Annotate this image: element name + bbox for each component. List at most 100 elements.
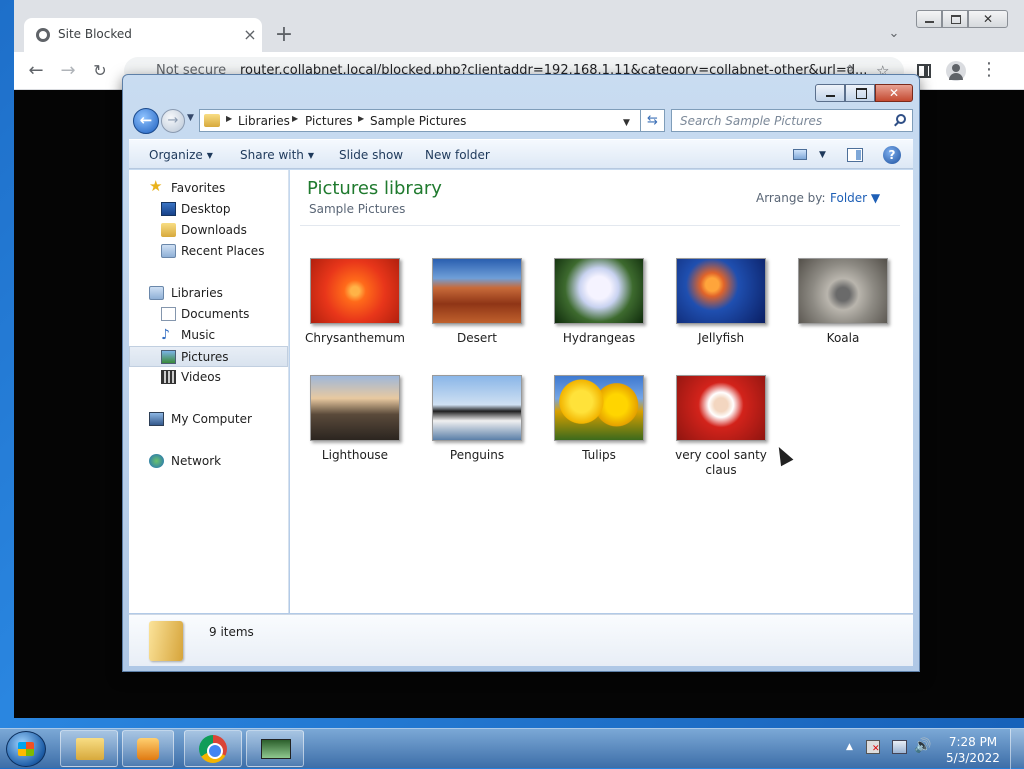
network-monitor-icon bbox=[261, 739, 291, 759]
nav-recent-places[interactable]: Recent Places bbox=[129, 241, 288, 262]
tab-search-icon[interactable]: ⌄ bbox=[884, 26, 904, 46]
tab-title: Site Blocked bbox=[58, 27, 132, 41]
image-thumbnail bbox=[310, 258, 400, 324]
folder-icon bbox=[76, 738, 104, 760]
library-subtitle: Sample Pictures bbox=[309, 202, 406, 216]
file-label: very cool santy claus bbox=[675, 448, 767, 477]
breadcrumb-sample-pictures[interactable]: Sample Pictures bbox=[370, 114, 466, 128]
file-label: Koala bbox=[826, 331, 860, 345]
nav-favorites[interactable]: ★ Favorites bbox=[129, 178, 288, 199]
nav-libraries[interactable]: Libraries bbox=[129, 283, 288, 304]
file-label: Lighthouse bbox=[321, 448, 389, 462]
tab-close-icon[interactable]: × bbox=[240, 25, 260, 45]
recent-pages-dropdown[interactable]: ▼ bbox=[187, 113, 194, 123]
downloads-folder-icon bbox=[161, 223, 176, 237]
file-label: Tulips bbox=[582, 448, 616, 462]
clock-date[interactable]: 5/3/2022 bbox=[946, 751, 1000, 765]
browser-tab[interactable]: Site Blocked × bbox=[24, 18, 262, 52]
preview-pane-icon[interactable] bbox=[847, 148, 863, 162]
browser-menu-icon[interactable]: ⋮ bbox=[980, 61, 998, 79]
forward-button[interactable]: → bbox=[56, 60, 80, 82]
explorer-close-button[interactable]: ✕ bbox=[875, 84, 913, 102]
explorer-address-bar[interactable]: ▶ Libraries ▶ Pictures ▶ Sample Pictures bbox=[199, 109, 641, 132]
navigation-pane: ★ Favorites Desktop Downloads Recent Pla… bbox=[129, 170, 289, 613]
folder-icon bbox=[149, 621, 183, 661]
action-center-flag-icon[interactable] bbox=[866, 740, 880, 754]
breadcrumb-separator[interactable]: ▶ bbox=[292, 114, 298, 123]
image-thumbnail bbox=[676, 258, 766, 324]
command-bar: Organize ▼ Share with ▼ Slide show New fol… bbox=[129, 139, 913, 169]
new-folder-button[interactable]: New folder bbox=[425, 148, 490, 162]
file-label: Hydrangeas bbox=[562, 331, 636, 345]
divider bbox=[300, 225, 900, 226]
image-thumbnail bbox=[432, 375, 522, 441]
close-button[interactable]: ✕ bbox=[968, 10, 1008, 28]
desktop-icon bbox=[161, 202, 176, 216]
nav-music[interactable]: ♪ Music bbox=[129, 325, 288, 346]
file-label: Penguins bbox=[449, 448, 505, 462]
reload-button[interactable]: ↻ bbox=[88, 60, 112, 82]
pictures-icon bbox=[161, 350, 176, 364]
documents-icon bbox=[161, 307, 176, 321]
slide-show-button[interactable]: Slide show bbox=[339, 148, 403, 162]
nav-desktop[interactable]: Desktop bbox=[129, 199, 288, 220]
recent-places-icon bbox=[161, 244, 176, 258]
taskbar-media-player-button[interactable] bbox=[122, 730, 174, 767]
taskbar-explorer-button[interactable] bbox=[60, 730, 118, 767]
new-tab-button[interactable]: + bbox=[272, 24, 296, 48]
nav-videos[interactable]: Videos bbox=[129, 367, 288, 388]
volume-icon[interactable]: 🔊 bbox=[914, 738, 931, 754]
show-hidden-icons-button[interactable]: ▲ bbox=[846, 742, 853, 752]
nav-my-computer[interactable]: My Computer bbox=[129, 409, 288, 430]
chevron-down-icon: ▼ bbox=[206, 151, 213, 160]
refresh-button[interactable]: ⇆ bbox=[641, 109, 665, 132]
item-count: 9 items bbox=[209, 625, 254, 639]
breadcrumb-pictures[interactable]: Pictures bbox=[305, 114, 353, 128]
explorer-window: ✕ ← → ▼ ▶ Libraries ▶ Pictures ▶ Sample … bbox=[122, 74, 920, 672]
file-label: Desert bbox=[457, 331, 497, 345]
chrome-icon bbox=[199, 735, 227, 763]
image-thumbnail bbox=[554, 258, 644, 324]
show-desktop-button[interactable] bbox=[1010, 729, 1024, 769]
taskbar-app-button[interactable] bbox=[246, 730, 304, 767]
breadcrumb-separator[interactable]: ▶ bbox=[358, 114, 364, 123]
profile-icon[interactable] bbox=[946, 61, 966, 81]
videos-icon bbox=[161, 370, 176, 384]
nav-pictures[interactable]: Pictures bbox=[129, 346, 288, 367]
start-button[interactable] bbox=[6, 731, 46, 767]
nav-downloads[interactable]: Downloads bbox=[129, 220, 288, 241]
breadcrumb-libraries[interactable]: Libraries bbox=[238, 114, 290, 128]
image-thumbnail bbox=[310, 375, 400, 441]
back-button[interactable]: ← bbox=[24, 60, 48, 82]
chevron-down-icon: ▼ bbox=[307, 151, 315, 160]
views-dropdown-icon[interactable]: ▼ bbox=[819, 150, 826, 160]
music-icon: ♪ bbox=[161, 327, 170, 343]
explorer-maximize-button[interactable] bbox=[845, 84, 875, 102]
browser-tab-strip: Site Blocked × + ⌄ ✕ bbox=[14, 0, 1024, 52]
nav-network[interactable]: Network bbox=[129, 451, 288, 472]
search-icon[interactable] bbox=[896, 114, 906, 124]
clock-time[interactable]: 7:28 PM bbox=[948, 735, 998, 749]
image-thumbnail bbox=[554, 375, 644, 441]
explorer-minimize-button[interactable] bbox=[815, 84, 845, 102]
taskbar-chrome-button[interactable] bbox=[184, 730, 242, 767]
views-icon[interactable] bbox=[793, 149, 807, 160]
help-icon[interactable]: ? bbox=[883, 146, 901, 164]
explorer-forward-button[interactable]: → bbox=[161, 109, 185, 133]
network-status-icon[interactable] bbox=[892, 740, 907, 754]
nav-documents[interactable]: Documents bbox=[129, 304, 288, 325]
breadcrumb-separator[interactable]: ▶ bbox=[226, 114, 232, 123]
media-player-icon bbox=[137, 738, 159, 760]
search-input[interactable]: Search Sample Pictures bbox=[671, 109, 913, 132]
share-with-button[interactable]: Share with ▼ bbox=[240, 148, 314, 162]
arrange-by-dropdown[interactable]: Folder ▼ bbox=[830, 191, 880, 205]
network-icon bbox=[149, 454, 164, 468]
maximize-button[interactable] bbox=[942, 10, 968, 28]
address-dropdown-icon[interactable]: ▼ bbox=[623, 118, 630, 128]
file-label: Jellyfish bbox=[697, 331, 745, 345]
explorer-back-button[interactable]: ← bbox=[133, 108, 159, 134]
folder-icon bbox=[204, 114, 220, 127]
organize-button[interactable]: Organize ▼ bbox=[149, 148, 213, 162]
taskbar: ▲ 🔊 7:28 PM 5/3/2022 bbox=[0, 728, 1024, 769]
minimize-button[interactable] bbox=[916, 10, 942, 28]
